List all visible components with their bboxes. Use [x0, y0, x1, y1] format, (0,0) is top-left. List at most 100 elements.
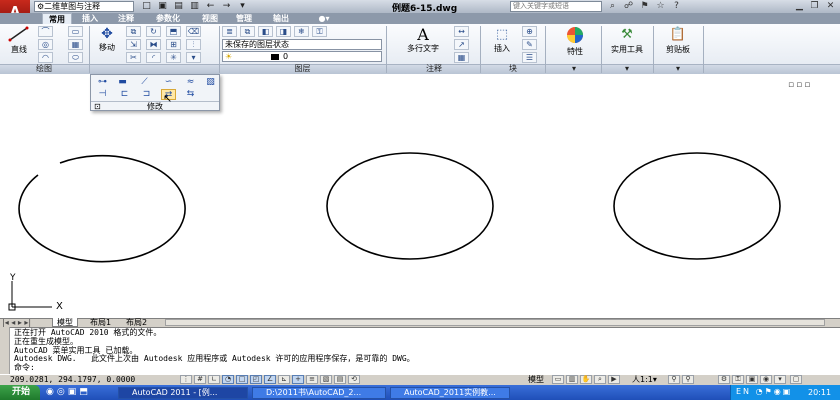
close-icon[interactable]: ✕ [824, 1, 837, 12]
break-at-point-icon[interactable]: ⊏ [117, 89, 132, 100]
offset-icon[interactable]: ⫶ [186, 39, 201, 50]
quick-view-layouts-icon[interactable]: ▭ [552, 375, 564, 384]
dimension-icon[interactable]: ↔ [454, 26, 469, 37]
lock-icon[interactable]: ⚿ [732, 375, 744, 384]
line-button[interactable]: 直线 [4, 26, 34, 55]
rotate-icon[interactable]: ↻ [146, 26, 161, 37]
search-icon[interactable]: ⌕ [606, 1, 619, 12]
lineweight-toggle[interactable]: ≡ [306, 375, 318, 384]
quick-view-drawings-icon[interactable]: ▥ [566, 375, 578, 384]
tab-manage[interactable]: 管理 [230, 13, 258, 24]
modify-panel-label[interactable]: ⊡ 修改 [91, 101, 219, 111]
pan-icon[interactable]: ✋ [580, 375, 592, 384]
selection-cycling-toggle[interactable]: ⟲ [348, 375, 360, 384]
command-prompt[interactable]: 命令: [14, 364, 35, 372]
viewport-controls[interactable]: ▫▫▫ [788, 80, 812, 90]
coordinate-readout[interactable]: 209.0281, 294.1797, 0.0000 [10, 375, 135, 385]
edit-spline-icon[interactable]: ≈ [183, 77, 198, 88]
subscription-icon[interactable]: ☍ [622, 1, 635, 12]
break-icon[interactable]: ⊶ [95, 77, 110, 88]
create-block-icon[interactable]: ⊕ [522, 26, 537, 37]
arc-shape[interactable] [18, 154, 186, 263]
insert-block-button[interactable]: ⬚ 插入 [486, 26, 518, 54]
minimize-icon[interactable]: ▁ [793, 1, 806, 12]
layers-panel-label[interactable]: 图层 [220, 64, 385, 74]
quick-access-dropdown-icon[interactable]: ▾ [236, 1, 249, 12]
edit-hatch-icon[interactable]: ▧ [203, 77, 218, 88]
table-icon[interactable]: ▦ [454, 52, 469, 63]
workspace-switch-icon[interactable]: ⚙ [718, 375, 730, 384]
mtext-button[interactable]: A 多行文字 [398, 26, 448, 54]
ducs-toggle[interactable]: ⊾ [278, 375, 290, 384]
horizontal-scrollbar[interactable] [165, 319, 825, 326]
array-icon[interactable]: ⊞ [166, 39, 181, 50]
undo-icon[interactable]: ← [204, 1, 217, 12]
block-attribute-icon[interactable]: ☰ [522, 52, 537, 63]
restore-icon[interactable]: ❐ [808, 1, 821, 12]
utilities-button[interactable]: ⚒ 实用工具 [604, 26, 650, 55]
stretch-icon[interactable]: ⇲ [126, 39, 141, 50]
open-icon[interactable]: ▣ [156, 1, 169, 12]
chamfer-icon[interactable]: ⟋ [137, 77, 152, 88]
command-window-grip[interactable] [0, 327, 10, 374]
tray-icons[interactable]: EN ◔⚑◉▣ [736, 387, 792, 396]
circle-shape-middle[interactable] [326, 152, 494, 260]
quick-properties-toggle[interactable]: ▤ [334, 375, 346, 384]
annotation-panel-label[interactable]: 注释 [390, 64, 478, 74]
scale-icon[interactable]: ⬒ [166, 26, 181, 37]
showmotion-icon[interactable]: ▶ [608, 375, 620, 384]
arc-icon[interactable]: ◠ [38, 52, 53, 63]
help-icon[interactable]: ? [670, 1, 683, 12]
ortho-toggle[interactable]: ∟ [208, 375, 220, 384]
search-input[interactable]: 键入关键字或短语 [510, 1, 602, 12]
snap-mode-toggle[interactable]: ⋮ [180, 375, 192, 384]
new-icon[interactable]: □ [140, 1, 153, 12]
trim-icon[interactable]: ✂ [126, 52, 141, 63]
redo-icon[interactable]: → [220, 1, 233, 12]
tab-layout1[interactable]: 布局1 [86, 318, 115, 327]
tab-annotate[interactable]: 注释 [112, 13, 140, 24]
tab-parametric[interactable]: 参数化 [148, 13, 188, 24]
clipboard-panel-expander[interactable]: ▾ [654, 64, 702, 74]
workspace-select[interactable]: ⚙二维草图与注释 [34, 1, 134, 12]
favorites-icon[interactable]: ☆ [654, 1, 667, 12]
drawing-canvas[interactable]: Y X [0, 75, 840, 319]
quick-launch-icons[interactable]: ◉◎▣⬒ [46, 387, 91, 397]
properties-button[interactable]: 特性 [552, 26, 598, 57]
tab-model[interactable]: 模型 [52, 318, 78, 327]
erase-icon[interactable]: ⌫ [186, 26, 201, 37]
tab-layout2[interactable]: 布局2 [122, 318, 151, 327]
rectangle-icon[interactable]: ▭ [68, 26, 83, 37]
polyline-icon[interactable]: ⌒ [38, 26, 53, 37]
layer-freeze-icon[interactable]: ❄ [294, 26, 309, 37]
draw-panel-label[interactable]: 绘图 [0, 64, 88, 74]
join-icon[interactable]: ▬ [115, 77, 130, 88]
explode-icon[interactable]: ✳ [166, 52, 181, 63]
otrack-toggle[interactable]: ∠ [264, 375, 276, 384]
layer-off-icon[interactable]: ◨ [276, 26, 291, 37]
layout-nav-arrows[interactable]: |◂ ◂ ▸ ▸| [2, 318, 31, 327]
grid-toggle[interactable]: # [194, 375, 206, 384]
move-button[interactable]: ✥ 移动 [92, 26, 122, 53]
properties-panel-expander[interactable]: ▾ [548, 64, 600, 74]
osnap-toggle[interactable]: □ [236, 375, 248, 384]
copy-icon[interactable]: ⧉ [126, 26, 141, 37]
current-layer-dropdown[interactable]: ☀ 0 [222, 51, 382, 62]
circle-shape-right[interactable] [613, 152, 781, 260]
hatch-icon[interactable]: ▦ [68, 39, 83, 50]
taskbar-item-word[interactable]: AutoCAD_2011实例教... [390, 387, 510, 399]
layer-lock-icon[interactable]: ⚿ [312, 26, 327, 37]
dyn-toggle[interactable]: + [292, 375, 304, 384]
save-as-icon[interactable]: ▥ [188, 1, 201, 12]
ribbon-toggle[interactable]: ●▾ [312, 13, 336, 24]
zoom-icon[interactable]: ⌕ [594, 375, 606, 384]
clean-screen-icon[interactable]: ▢ [790, 375, 802, 384]
ellipse-icon[interactable]: ⬭ [68, 52, 83, 63]
tab-home[interactable]: 常用 [42, 13, 72, 24]
transparency-toggle[interactable]: ▧ [320, 375, 332, 384]
edit-block-icon[interactable]: ✎ [522, 39, 537, 50]
pin-icon[interactable]: ⊡ [94, 102, 101, 112]
communication-icon[interactable]: ⚑ [638, 1, 651, 12]
tab-output[interactable]: 输出 [266, 13, 296, 24]
layer-isolate-icon[interactable]: ◧ [258, 26, 273, 37]
